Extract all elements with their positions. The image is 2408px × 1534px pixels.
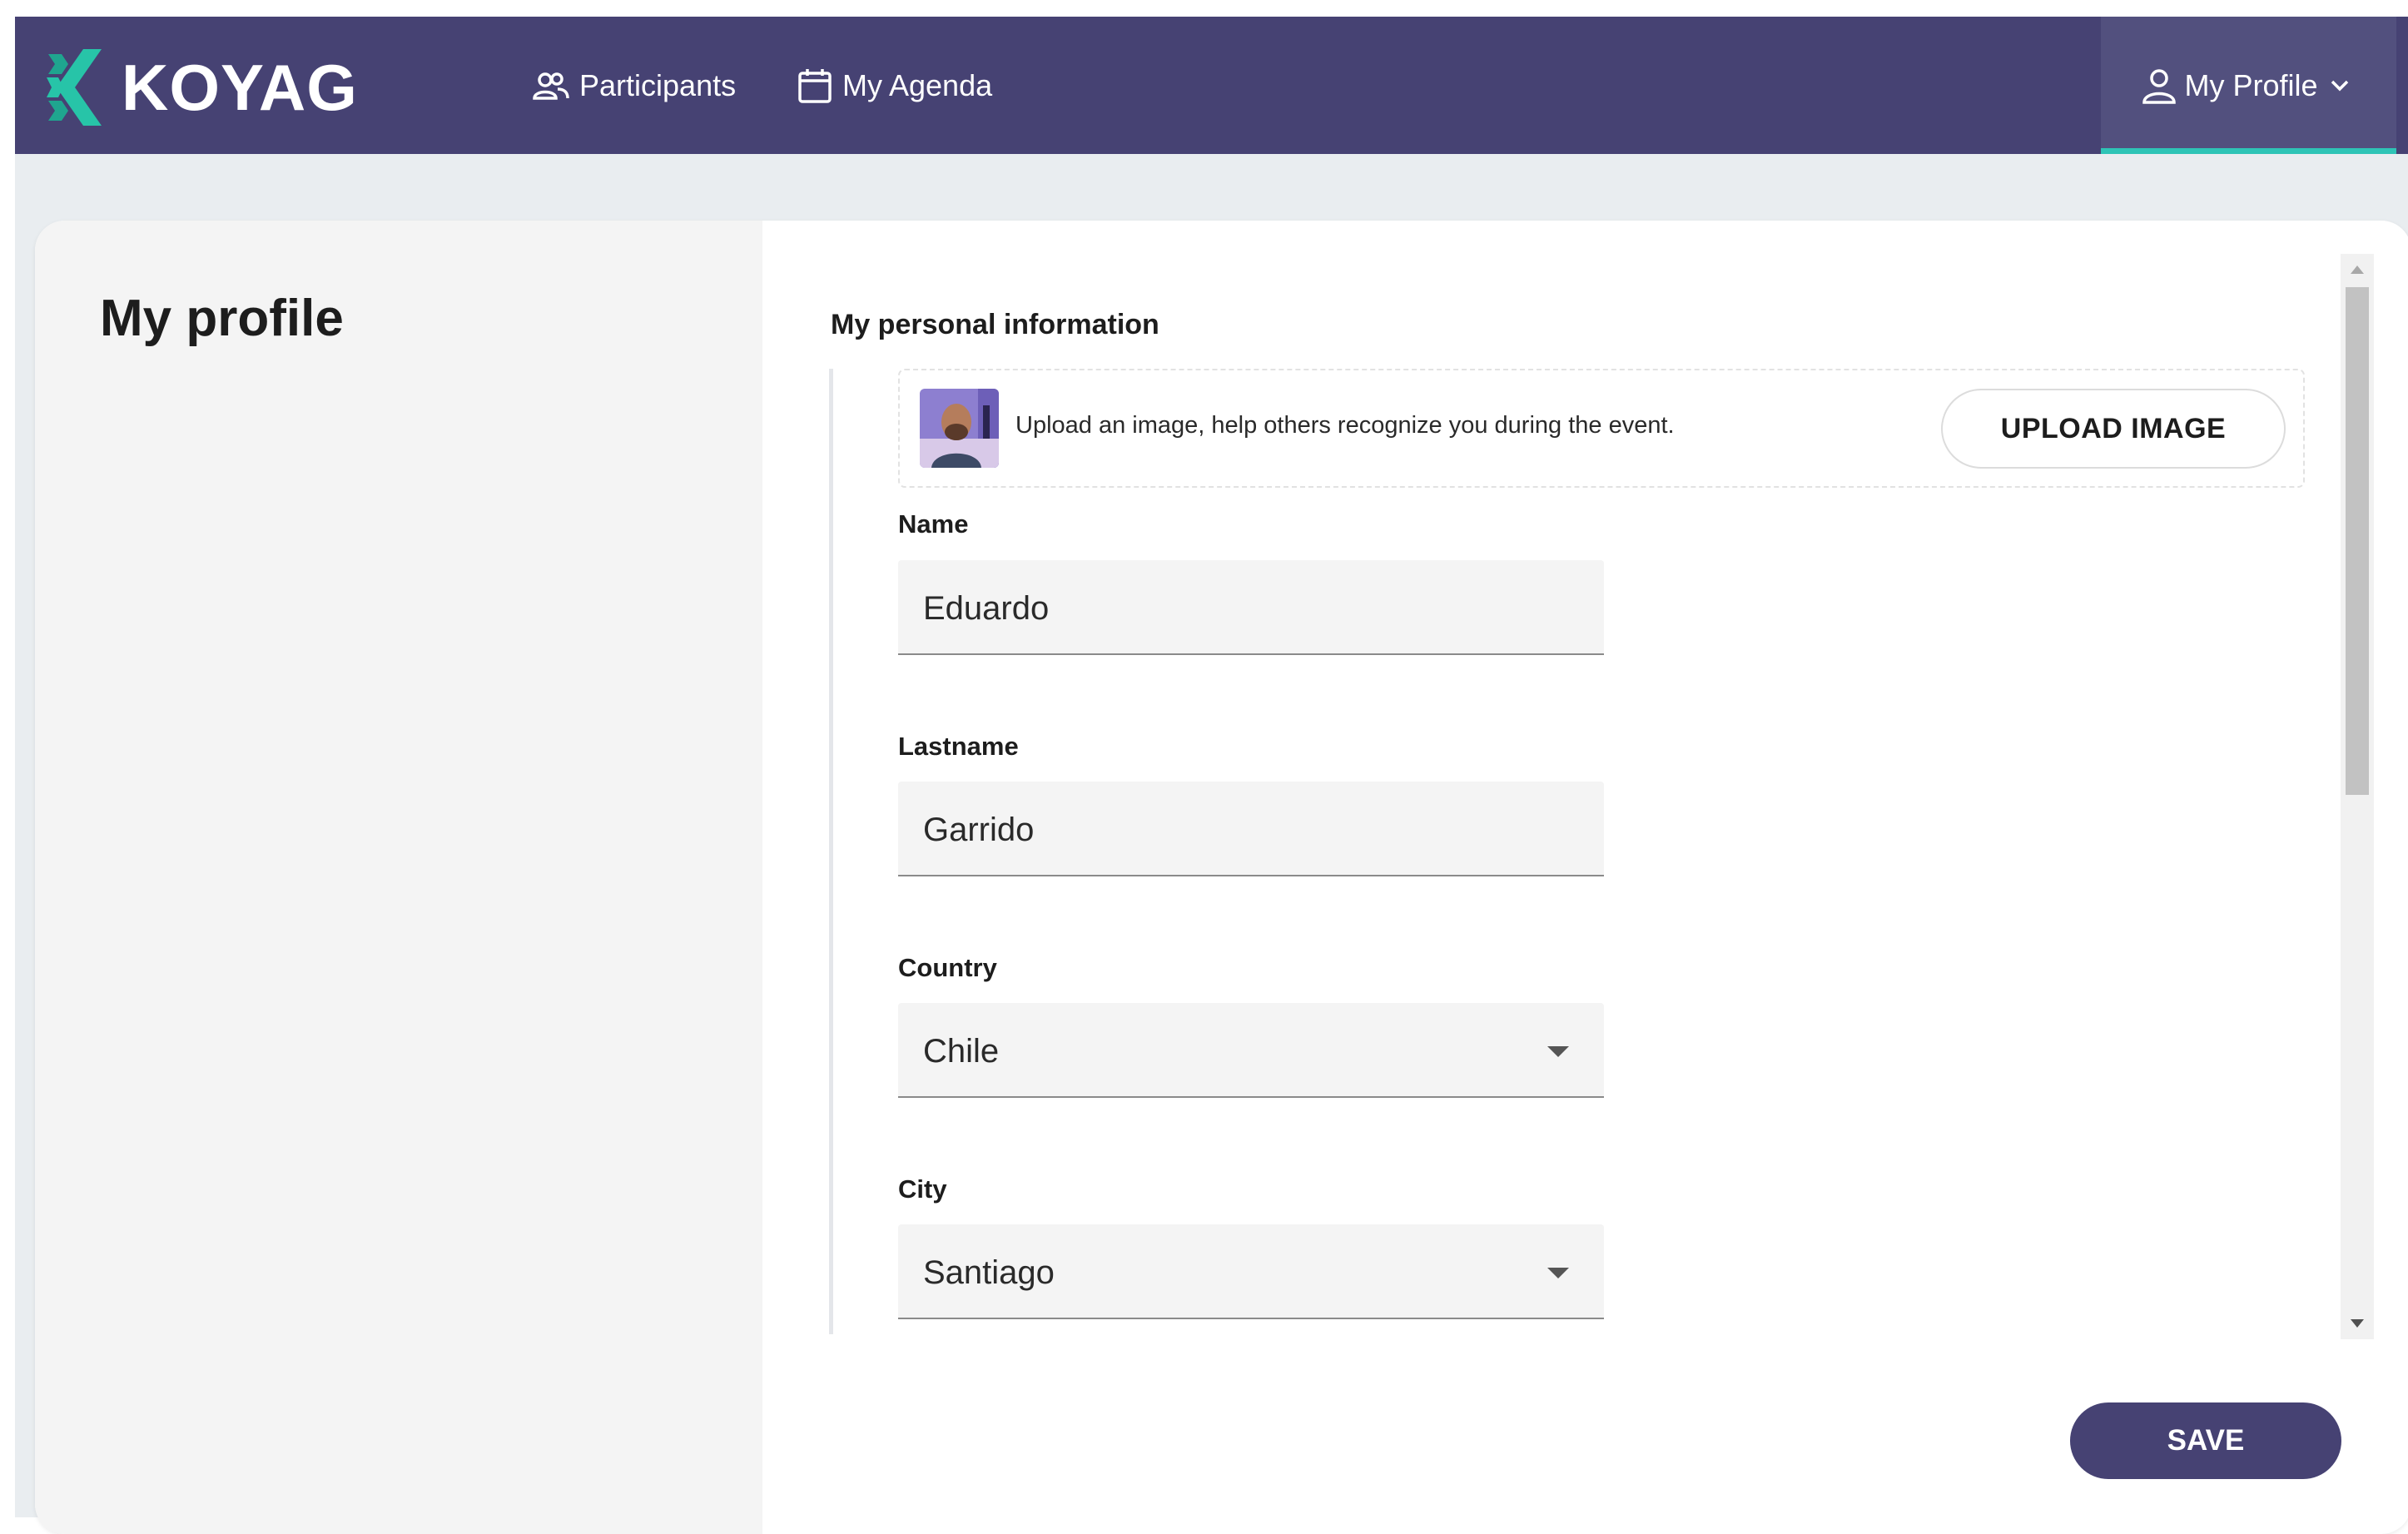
dropdown-arrow-icon — [1547, 1046, 1569, 1057]
nav-my-profile-label: My Profile — [2184, 67, 2318, 102]
koyag-logo[interactable]: KOYAG — [43, 42, 358, 133]
person-icon — [2142, 68, 2177, 104]
city-select[interactable]: Santiago — [898, 1224, 1604, 1319]
lastname-field-value: Garrido — [923, 812, 1035, 848]
country-select[interactable]: Chile — [898, 1003, 1604, 1098]
logo-text: KOYAG — [122, 50, 358, 124]
section-title: My personal information — [831, 309, 1159, 340]
image-upload-area: Upload an image, help others recognize y… — [898, 369, 2305, 488]
chevron-down-icon — [2331, 80, 2348, 91]
top-navigation-bar: KOYAG Participants My Agenda My Profile — [15, 17, 2408, 154]
name-label: Name — [898, 509, 969, 539]
app-frame: KOYAG Participants My Agenda My Profile … — [15, 17, 2408, 1534]
nav-my-agenda-label: My Agenda — [842, 67, 993, 102]
name-field-value: Eduardo — [923, 590, 1050, 627]
dropdown-arrow-icon — [1547, 1268, 1569, 1278]
page-title: My profile — [100, 290, 344, 347]
city-select-value: Santiago — [923, 1254, 1055, 1291]
country-select-value: Chile — [923, 1033, 1000, 1070]
scroll-up-arrow-icon[interactable] — [2351, 266, 2364, 274]
active-tab-indicator — [2101, 148, 2396, 154]
upload-image-button[interactable]: UPLOAD IMAGE — [1941, 389, 2286, 469]
left-panel: My profile — [35, 221, 762, 1534]
avatar — [920, 389, 999, 468]
form-scrollbar[interactable] — [2341, 254, 2374, 1339]
lastname-label: Lastname — [898, 732, 1019, 761]
upload-hint-text: Upload an image, help others recognize y… — [1015, 412, 1675, 439]
nav-my-profile-menu[interactable]: My Profile — [2101, 17, 2396, 154]
avatar-photo — [920, 389, 999, 468]
form-left-border — [829, 369, 833, 1334]
nav-participants[interactable]: Participants — [533, 17, 736, 154]
save-button[interactable]: SAVE — [2070, 1402, 2341, 1479]
name-field[interactable]: Eduardo — [898, 560, 1604, 655]
scrollbar-thumb[interactable] — [2346, 287, 2369, 795]
city-label: City — [898, 1174, 947, 1204]
nav-my-agenda[interactable]: My Agenda — [797, 17, 992, 154]
calendar-icon — [798, 68, 832, 103]
lastname-field[interactable]: Garrido — [898, 782, 1604, 876]
participants-icon — [533, 72, 569, 100]
koyag-logo-mark-icon — [47, 49, 102, 126]
country-label: Country — [898, 953, 997, 982]
profile-card: My profile My personal information Uploa… — [35, 221, 2408, 1534]
scroll-down-arrow-icon[interactable] — [2351, 1319, 2364, 1328]
nav-participants-label: Participants — [579, 67, 737, 102]
